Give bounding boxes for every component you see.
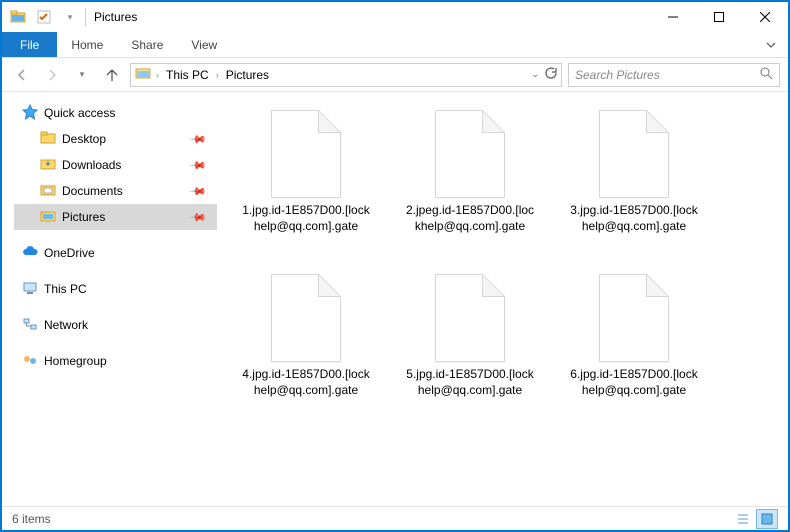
breadcrumb-pictures[interactable]: Pictures (224, 68, 271, 82)
body: Quick access Desktop 📌 Downloads 📌 Docum… (2, 92, 788, 506)
file-item[interactable]: 6.jpg.id-1E857D00.[lockhelp@qq.com].gate (569, 274, 699, 398)
pc-icon (22, 280, 38, 299)
tab-share[interactable]: Share (117, 32, 177, 57)
sidebar-label: Documents (62, 184, 123, 198)
sidebar-label: Quick access (44, 106, 115, 120)
sidebar-label: Pictures (62, 210, 105, 224)
up-button[interactable] (100, 63, 124, 87)
sidebar-label: OneDrive (44, 246, 95, 260)
details-view-button[interactable] (732, 509, 754, 529)
explorer-icon (8, 7, 28, 27)
breadcrumb-this-pc[interactable]: This PC (164, 68, 211, 82)
sidebar-label: Desktop (62, 132, 106, 146)
pin-icon: 📌 (189, 156, 208, 175)
sidebar-this-pc[interactable]: This PC (14, 276, 217, 302)
sidebar-item-documents[interactable]: Documents 📌 (14, 178, 217, 204)
homegroup-icon (22, 352, 38, 371)
file-item[interactable]: 4.jpg.id-1E857D00.[lockhelp@qq.com].gate (241, 274, 371, 398)
icons-view-button[interactable] (756, 509, 778, 529)
file-name: 1.jpg.id-1E857D00.[lockhelp@qq.com].gate (241, 202, 371, 234)
file-name: 4.jpg.id-1E857D00.[lockhelp@qq.com].gate (241, 366, 371, 398)
pin-icon: 📌 (189, 182, 208, 201)
generic-file-icon (599, 110, 669, 198)
window-title: Pictures (91, 10, 137, 24)
sidebar-item-pictures[interactable]: Pictures 📌 (14, 204, 217, 230)
sidebar-homegroup[interactable]: Homegroup (14, 348, 217, 374)
sidebar-onedrive[interactable]: OneDrive (14, 240, 217, 266)
search-icon[interactable] (759, 66, 773, 83)
close-button[interactable] (742, 2, 788, 32)
file-item[interactable]: 2.jpeg.id-1E857D00.[lockhelp@qq.com].gat… (405, 110, 535, 234)
address-dropdown-icon[interactable]: ⌄ (531, 69, 539, 80)
file-item[interactable]: 5.jpg.id-1E857D00.[lockhelp@qq.com].gate (405, 274, 535, 398)
sidebar-label: This PC (44, 282, 87, 296)
file-item[interactable]: 3.jpg.id-1E857D00.[lockhelp@qq.com].gate (569, 110, 699, 234)
sidebar-quick-access[interactable]: Quick access (14, 100, 217, 126)
sidebar-label: Network (44, 318, 88, 332)
file-name: 6.jpg.id-1E857D00.[lockhelp@qq.com].gate (569, 366, 699, 398)
folder-icon (40, 208, 56, 227)
maximize-button[interactable] (696, 2, 742, 32)
pin-icon: 📌 (189, 208, 208, 227)
folder-icon (135, 65, 151, 84)
sidebar-label: Downloads (62, 158, 121, 172)
refresh-button[interactable] (543, 66, 557, 83)
generic-file-icon (435, 274, 505, 362)
status-bar: 6 items (2, 506, 788, 530)
file-tab[interactable]: File (2, 32, 57, 57)
generic-file-icon (435, 110, 505, 198)
ribbon-toggle-icon[interactable] (754, 32, 788, 57)
search-placeholder: Search Pictures (575, 68, 759, 82)
separator (85, 8, 86, 26)
properties-icon[interactable] (34, 7, 54, 27)
generic-file-icon (271, 110, 341, 198)
tab-view[interactable]: View (177, 32, 231, 57)
sidebar-item-desktop[interactable]: Desktop 📌 (14, 126, 217, 152)
qat-dropdown-icon[interactable]: ▾ (60, 7, 80, 27)
folder-icon (40, 156, 56, 175)
address-bar[interactable]: › This PC › Pictures ⌄ (130, 63, 562, 87)
file-list[interactable]: 1.jpg.id-1E857D00.[lockhelp@qq.com].gate… (217, 92, 788, 506)
folder-icon (40, 130, 56, 149)
generic-file-icon (271, 274, 341, 362)
ribbon-tabs: File Home Share View (2, 32, 788, 58)
item-count: 6 items (12, 512, 51, 526)
folder-icon (40, 182, 56, 201)
file-item[interactable]: 1.jpg.id-1E857D00.[lockhelp@qq.com].gate (241, 110, 371, 234)
generic-file-icon (599, 274, 669, 362)
minimize-button[interactable] (650, 2, 696, 32)
chevron-right-icon[interactable]: › (213, 70, 222, 80)
back-button[interactable] (10, 63, 34, 87)
star-icon (22, 104, 38, 123)
sidebar-label: Homegroup (44, 354, 107, 368)
sidebar: Quick access Desktop 📌 Downloads 📌 Docum… (2, 92, 217, 506)
onedrive-icon (22, 244, 38, 263)
view-switcher (732, 509, 778, 529)
quick-access-toolbar: ▾ (8, 7, 80, 27)
forward-button[interactable] (40, 63, 64, 87)
search-input[interactable]: Search Pictures (568, 63, 780, 87)
titlebar: ▾ Pictures (2, 2, 788, 32)
nav-bar: ▾ › This PC › Pictures ⌄ Search Pictures (2, 58, 788, 92)
recent-dropdown-icon[interactable]: ▾ (70, 63, 94, 87)
file-name: 3.jpg.id-1E857D00.[lockhelp@qq.com].gate (569, 202, 699, 234)
window-controls (650, 2, 788, 32)
sidebar-network[interactable]: Network (14, 312, 217, 338)
sidebar-item-downloads[interactable]: Downloads 📌 (14, 152, 217, 178)
network-icon (22, 316, 38, 335)
chevron-right-icon[interactable]: › (153, 70, 162, 80)
file-name: 5.jpg.id-1E857D00.[lockhelp@qq.com].gate (405, 366, 535, 398)
pin-icon: 📌 (189, 130, 208, 149)
tab-home[interactable]: Home (57, 32, 117, 57)
file-name: 2.jpeg.id-1E857D00.[lockhelp@qq.com].gat… (405, 202, 535, 234)
